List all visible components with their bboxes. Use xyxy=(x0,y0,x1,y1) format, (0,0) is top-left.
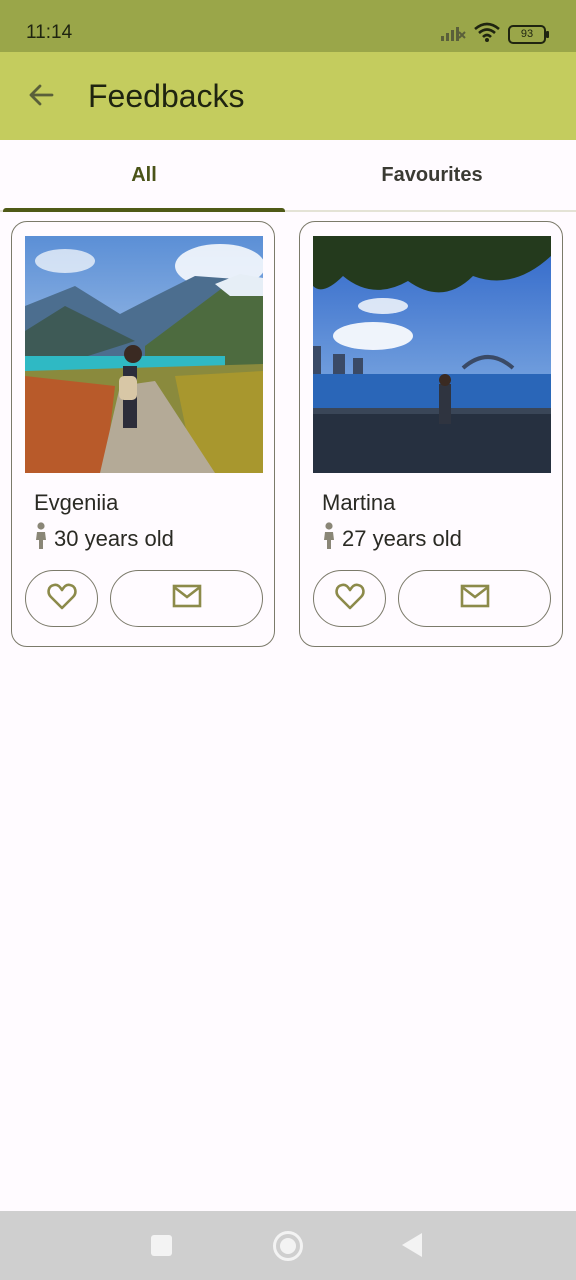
message-button[interactable] xyxy=(398,570,551,627)
status-icons: 93 xyxy=(440,22,549,47)
profile-age: 27 years old xyxy=(342,525,462,551)
heart-icon xyxy=(334,582,365,615)
profile-age: 30 years old xyxy=(54,525,174,551)
signal-icon xyxy=(440,23,466,46)
tab-favourites[interactable]: Favourites xyxy=(288,140,576,210)
profile-photo xyxy=(313,236,551,473)
tab-all-label: All xyxy=(131,163,157,186)
tab-bar: All Favourites xyxy=(0,140,576,212)
recents-button[interactable] xyxy=(151,1235,172,1256)
home-button[interactable] xyxy=(273,1231,303,1261)
battery-icon: 93 xyxy=(508,25,549,44)
age-row: 27 years old xyxy=(322,522,462,555)
profile-card[interactable]: Evgeniia 30 years old xyxy=(11,221,275,647)
system-nav-bar xyxy=(0,1211,576,1280)
age-row: 30 years old xyxy=(34,522,174,555)
back-arrow-icon xyxy=(27,81,55,114)
status-time: 11:14 xyxy=(26,22,73,43)
tab-favourites-label: Favourites xyxy=(381,163,483,186)
person-icon xyxy=(322,522,336,555)
like-button[interactable] xyxy=(313,570,386,627)
tab-indicator xyxy=(3,208,285,212)
mail-icon xyxy=(172,584,202,613)
profile-name: Evgeniia xyxy=(34,490,119,515)
profile-card[interactable]: Martina 27 years old xyxy=(299,221,563,647)
app-bar: Feedbacks xyxy=(0,52,576,140)
person-icon xyxy=(34,522,48,555)
tab-all[interactable]: All xyxy=(0,140,288,210)
like-button[interactable] xyxy=(25,570,98,627)
wifi-icon xyxy=(474,22,500,47)
mail-icon xyxy=(460,584,490,613)
back-button[interactable] xyxy=(20,76,62,118)
system-back-button[interactable] xyxy=(402,1233,422,1257)
message-button[interactable] xyxy=(110,570,263,627)
profile-photo xyxy=(25,236,263,473)
profile-name: Martina xyxy=(322,490,396,515)
status-bar: 11:14 93 xyxy=(0,0,576,52)
page-title: Feedbacks xyxy=(88,78,245,114)
heart-icon xyxy=(46,582,77,615)
